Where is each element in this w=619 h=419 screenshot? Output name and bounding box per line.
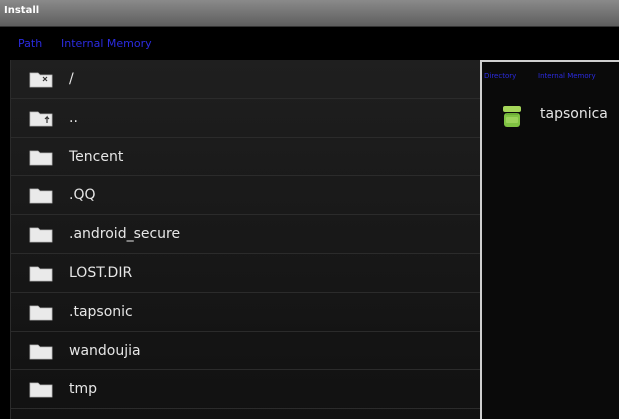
file-list: / .. Tencent .QQ .android_secure LOST.DI… xyxy=(10,60,481,419)
file-name: LOST.DIR xyxy=(69,264,133,281)
folder-up-icon xyxy=(29,111,53,127)
folder-icon xyxy=(29,188,53,204)
file-list-item[interactable]: .QQ xyxy=(11,176,481,216)
title-bar: Install xyxy=(0,0,619,27)
file-list-item[interactable]: LOST.DIR xyxy=(11,254,481,293)
file-list-item[interactable]: / xyxy=(11,60,481,99)
file-name: .tapsonic xyxy=(69,303,133,320)
file-name: wandoujia xyxy=(69,342,141,359)
file-list-item[interactable]: Tencent xyxy=(11,138,481,177)
side-panel-header-value: Internal Memory xyxy=(538,72,596,80)
file-name: .. xyxy=(69,109,78,126)
android-apk-icon xyxy=(503,106,521,127)
folder-icon xyxy=(29,266,53,282)
apk-name: tapsonica xyxy=(540,106,608,122)
folder-icon xyxy=(29,344,53,359)
file-list-item[interactable]: tmp xyxy=(11,370,481,410)
file-name: Tencent xyxy=(69,148,124,165)
side-panel: Directory Internal Memory tapsonica xyxy=(480,60,619,419)
folder-root-icon xyxy=(29,72,53,88)
path-value[interactable]: Internal Memory xyxy=(61,37,152,50)
folder-icon xyxy=(29,382,53,398)
file-list-item[interactable]: wandoujia xyxy=(11,332,481,371)
window-title: Install xyxy=(4,5,40,16)
path-bar: Path Internal Memory xyxy=(0,27,619,60)
folder-icon xyxy=(29,227,53,243)
file-list-item[interactable]: .tapsonic xyxy=(11,293,481,332)
folder-icon xyxy=(29,305,53,321)
file-name: / xyxy=(69,71,74,87)
side-panel-header-label: Directory xyxy=(484,72,517,80)
file-list-item[interactable]: .android_secure xyxy=(11,215,481,254)
path-label: Path xyxy=(18,37,43,50)
file-name: .QQ xyxy=(69,187,96,204)
file-name: .android_secure xyxy=(69,226,181,243)
apk-list-item[interactable]: tapsonica xyxy=(482,98,619,136)
file-name: tmp xyxy=(69,381,98,398)
folder-icon xyxy=(29,150,53,165)
file-list-item[interactable]: .. xyxy=(11,99,481,138)
